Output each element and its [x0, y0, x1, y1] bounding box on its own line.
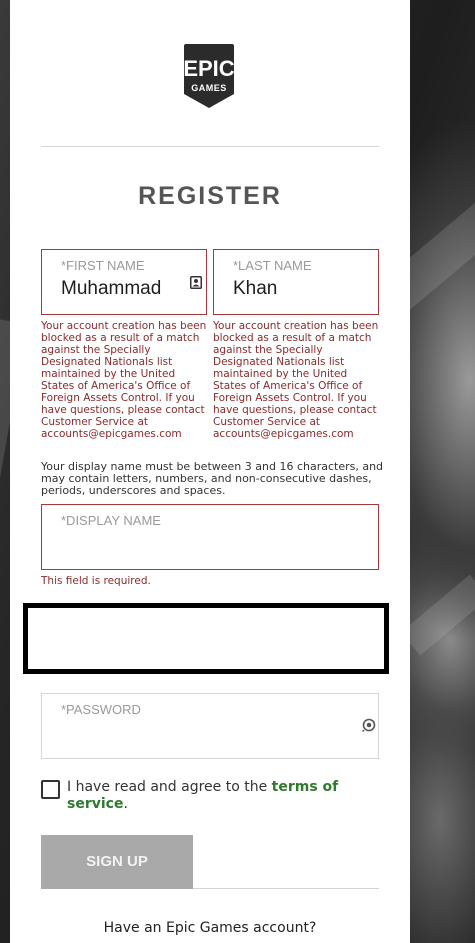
password-label: *PASSWORD: [61, 702, 141, 717]
last-name-error: Your account creation has been blocked a…: [213, 320, 379, 440]
logo-epic-text: EPIC: [183, 56, 234, 81]
register-panel: EPIC GAMES REGISTER *FIRST NAME Muhammad…: [10, 0, 410, 943]
epic-games-logo: EPIC GAMES: [183, 44, 235, 108]
display-name-label: *DISPLAY NAME: [61, 513, 161, 528]
first-name-label: *FIRST NAME: [61, 258, 145, 273]
first-name-error: Your account creation has been blocked a…: [41, 320, 207, 440]
display-name-error: This field is required.: [41, 575, 151, 587]
sign-up-button[interactable]: SIGN UP: [41, 835, 193, 889]
first-name-value: Muhammad: [61, 278, 162, 299]
display-name-hint: Your display name must be between 3 and …: [41, 460, 384, 497]
page-title: REGISTER: [138, 182, 282, 210]
terms-prefix: I have read and agree to the: [67, 779, 272, 795]
display-name-field[interactable]: *DISPLAY NAME: [41, 504, 379, 570]
bottom-divider: [193, 888, 379, 889]
redacted-field-box[interactable]: [23, 603, 389, 674]
terms-agreement-text: I have read and agree to the terms of se…: [67, 779, 367, 813]
have-account-text[interactable]: Have an Epic Games account?: [10, 920, 410, 936]
header-divider: [41, 146, 379, 147]
password-field[interactable]: *PASSWORD: [41, 693, 379, 759]
show-password-icon[interactable]: [362, 718, 376, 732]
first-name-field[interactable]: *FIRST NAME Muhammad: [41, 249, 207, 315]
logo-games-text: GAMES: [191, 83, 227, 93]
last-name-field[interactable]: *LAST NAME Khan: [213, 249, 379, 315]
terms-suffix: .: [123, 796, 128, 812]
last-name-label: *LAST NAME: [233, 258, 312, 273]
terms-checkbox[interactable]: [41, 780, 60, 799]
last-name-value: Khan: [233, 278, 278, 299]
contact-card-icon[interactable]: [190, 276, 202, 289]
